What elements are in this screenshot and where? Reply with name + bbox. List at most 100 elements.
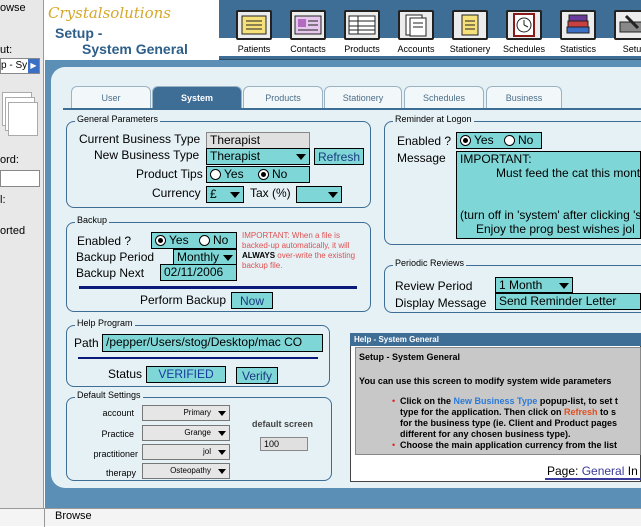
backup-now-button[interactable]: Now [231,292,273,309]
backup-period-popup[interactable]: Monthly [173,249,237,265]
backup-period-value: Monthly [177,250,220,264]
toolbar-schedules-button[interactable]: Schedules [498,6,550,58]
tab-user[interactable]: User [71,86,151,108]
help-page-label: Page: [547,464,579,478]
backup-enabled-no-label: No [213,233,229,247]
default-therapy-label: therapy [105,468,136,478]
default-practitioner-popup[interactable]: jol [142,444,230,460]
tab-business[interactable]: Business [486,86,562,108]
help-program-separator [78,357,318,359]
reminder-enabled-yes-label: Yes [474,133,494,147]
backup-enabled-radio-group: Yes No [151,232,237,249]
sidebar-popup-value: p - Sy [1,60,28,71]
default-screen-field[interactable]: 100 [260,437,308,451]
currency-popup[interactable]: £ [206,186,244,203]
product-tips-yes-radio[interactable] [210,169,221,180]
reminder-message-line1: IMPORTANT: [460,152,532,166]
new-business-type-popup[interactable]: Therapist [206,148,310,165]
default-account-value: Primary [183,408,211,417]
help-bullet1-line3: for the business type (ie. Client and Pr… [400,418,618,428]
sidebar-popup[interactable]: p - Sy ▶ [0,58,40,74]
popup-arrow-icon: ▶ [28,59,39,73]
page-title-line2: System General [82,41,188,57]
help-page-next[interactable]: In [628,464,638,478]
help-path-field[interactable]: /pepper/Users/stog/Desktop/mac CO [102,334,323,352]
reminder-message-textarea[interactable]: IMPORTANT: Must feed the cat this month … [456,151,641,239]
app-logo: Crystalsolutions [48,4,171,22]
stationery-icon [452,10,488,40]
help-page-value[interactable]: General [582,464,625,478]
reminder-message-label: Message [397,151,446,165]
help-program-title: Help Program [75,318,135,328]
tab-underline [63,108,641,110]
bullet-star-icon: • [392,396,396,406]
default-screen-label: default screen [252,419,314,429]
tab-system[interactable]: System [152,86,242,108]
verify-button[interactable]: Verify [236,367,278,384]
toolbar-accounts-button[interactable]: Accounts [390,6,442,58]
product-tips-no-radio[interactable] [258,169,269,180]
product-tips-label: Product Tips [136,167,203,181]
help-heading: Setup - System General [359,352,461,362]
backup-enabled-no-radio[interactable] [199,235,210,246]
reminder-enabled-no-radio[interactable] [504,135,515,146]
contacts-icon [290,10,326,40]
chevron-down-icon [296,154,306,160]
currency-label: Currency [152,186,201,200]
help-window-titlebar[interactable]: Help - System General [350,333,641,346]
product-tips-yes-label: Yes [224,167,244,181]
toolbar-statistics-button[interactable]: Statistics [552,6,604,58]
review-period-value: 1 Month [499,278,543,292]
toolbar-products-button[interactable]: Products [336,6,388,58]
tab-stationery[interactable]: Stationery [324,86,402,108]
review-period-popup[interactable]: 1 Month [495,277,573,293]
backup-separator [79,286,357,289]
tab-products[interactable]: Products [243,86,323,108]
sidebar-text-field[interactable] [0,170,40,187]
layout-stack-icon[interactable] [2,92,38,140]
backup-next-field[interactable]: 02/11/2006 [160,264,237,281]
browse-mode-label[interactable]: Browse [55,510,92,522]
current-business-type-label: Current Business Type [79,132,201,146]
default-settings-title: Default Settings [75,390,143,400]
display-message-field[interactable]: Send Reminder Letter [495,293,641,310]
chevron-down-icon [218,411,226,416]
chevron-down-icon [230,192,240,198]
help-intro: You can use this screen to modify system… [359,376,612,386]
default-practice-value: Grange [184,428,211,437]
refresh-button[interactable]: Refresh [314,148,364,165]
toolbar-contacts-button[interactable]: Contacts [282,6,334,58]
sidebar-top-text: owse [0,2,26,14]
toolbar-stationery-button[interactable]: Stationery [444,6,496,58]
currency-value: £ [210,187,217,201]
reminder-message-line3: (turn off in 'system' after clicking 's [460,208,641,222]
reminder-enabled-no-label: No [518,133,534,147]
product-tips-no-label: No [272,167,288,181]
backup-enabled-yes-radio[interactable] [155,235,166,246]
reminder-enabled-yes-radio[interactable] [460,135,471,146]
default-practice-label: Practice [101,429,134,439]
chevron-down-icon [218,450,226,455]
tab-schedules[interactable]: Schedules [404,86,484,108]
default-account-label: account [102,408,134,418]
help-window-body[interactable]: Setup - System General You can use this … [355,347,641,455]
toolbar-patients-button[interactable]: Patients [228,6,280,58]
chevron-down-icon [559,283,569,289]
chevron-down-icon [218,469,226,474]
backup-title: Backup [75,215,110,225]
toolbar-setup-button[interactable]: Setu [606,6,641,58]
tax-popup[interactable] [296,186,342,203]
default-account-popup[interactable]: Primary [142,405,230,421]
page-title-line1: Setup - [55,25,103,41]
backup-period-label: Backup Period [76,250,155,264]
sidebar-l-label: l: [0,194,6,206]
default-practice-popup[interactable]: Grange [142,425,230,441]
help-status-field: VERIFIED [146,366,226,383]
default-therapy-popup[interactable]: Osteopathy [142,463,230,479]
help-bullet1-line1: Click on the New Business Type popup-lis… [400,396,618,406]
default-therapy-value: Osteopathy [170,466,211,475]
products-icon [344,10,380,40]
help-page-underline [545,478,641,480]
reminder-message-line4: Enjoy the prog best wishes jol [476,222,635,236]
help-bullet1-line4: different for any chosen business type). [400,429,571,439]
